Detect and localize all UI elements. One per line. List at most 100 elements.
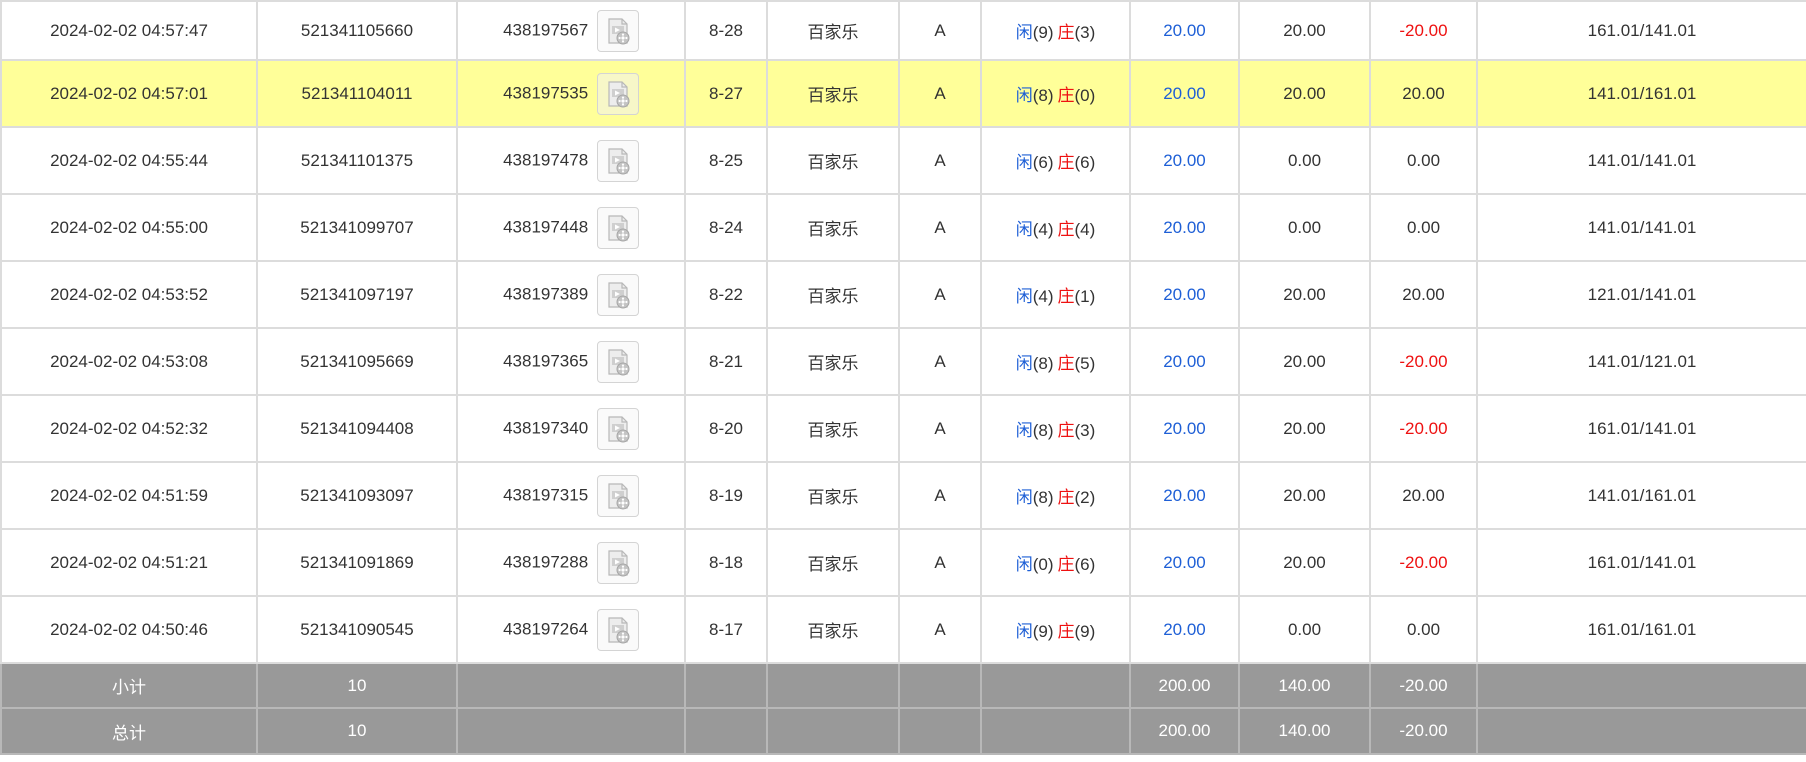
round-id: 438197448: [503, 216, 589, 236]
shoe-number: 8-17: [684, 595, 768, 664]
player-score: (9): [1032, 23, 1054, 42]
banker-score: (6): [1074, 153, 1096, 172]
empty-cell: [980, 662, 1131, 709]
video-replay-icon[interactable]: [596, 72, 639, 115]
bet-amount: 20.00: [1129, 394, 1240, 463]
bet-amount: 20.00: [1129, 595, 1240, 664]
bet-amount: 20.00: [1129, 193, 1240, 262]
bet-time: 2024-02-02 04:55:00: [0, 193, 258, 262]
video-replay-icon[interactable]: [596, 139, 639, 182]
player-label: 闲: [1015, 488, 1033, 507]
valid-bet: 20.00: [1238, 394, 1371, 463]
player-label: 闲: [1015, 622, 1033, 641]
table-row: 2024-02-02 04:53:52 521341097197 4381973…: [0, 260, 1806, 329]
empty-cell: [898, 707, 982, 755]
game-type: 百家乐: [766, 126, 900, 195]
round-cell: 438197535: [456, 59, 686, 128]
player-score: (6): [1032, 153, 1054, 172]
video-replay-icon[interactable]: [596, 206, 639, 249]
player-score: (4): [1032, 287, 1054, 306]
banker-label: 庄: [1057, 220, 1075, 239]
banker-label: 庄: [1057, 86, 1075, 105]
player-label: 闲: [1015, 555, 1033, 574]
table-name: A: [898, 327, 982, 396]
win-loss: -20.00: [1369, 327, 1478, 396]
player-label: 闲: [1015, 421, 1033, 440]
table-name: A: [898, 126, 982, 195]
video-replay-icon[interactable]: [596, 9, 639, 52]
round-id: 438197340: [503, 417, 589, 437]
balance-before-after: 141.01/161.01: [1476, 59, 1806, 128]
balance-before-after: 161.01/161.01: [1476, 595, 1806, 664]
round-cell: 438197264: [456, 595, 686, 664]
bet-amount: 20.00: [1129, 528, 1240, 597]
banker-label: 庄: [1057, 488, 1075, 507]
empty-cell: [980, 707, 1131, 755]
table-body: 2024-02-02 04:57:47 521341105660 4381975…: [0, 0, 1806, 664]
game-result: 闲(6) 庄(6): [980, 126, 1131, 195]
round-cell: 438197340: [456, 394, 686, 463]
shoe-number: 8-20: [684, 394, 768, 463]
banker-score: (9): [1074, 622, 1096, 641]
game-type: 百家乐: [766, 461, 900, 530]
video-replay-icon[interactable]: [596, 474, 639, 517]
banker-label: 庄: [1057, 287, 1075, 306]
empty-cell: [684, 662, 768, 709]
video-replay-icon[interactable]: [596, 608, 639, 651]
game-type: 百家乐: [766, 394, 900, 463]
table-row: 2024-02-02 04:55:44 521341101375 4381974…: [0, 126, 1806, 195]
video-replay-icon[interactable]: [596, 340, 639, 383]
balance-before-after: 161.01/141.01: [1476, 394, 1806, 463]
valid-bet: 20.00: [1238, 528, 1371, 597]
total-valid: 140.00: [1238, 707, 1371, 755]
banker-label: 庄: [1057, 421, 1075, 440]
table-row: 2024-02-02 04:51:21 521341091869 4381972…: [0, 528, 1806, 597]
valid-bet: 20.00: [1238, 461, 1371, 530]
bet-id: 521341104011: [256, 59, 458, 128]
banker-score: (1): [1074, 287, 1096, 306]
bet-time: 2024-02-02 04:57:01: [0, 59, 258, 128]
shoe-number: 8-22: [684, 260, 768, 329]
subtotal-row: 小计 10 200.00 140.00 -20.00: [0, 662, 1806, 709]
empty-cell: [456, 707, 686, 755]
bet-history-table: 2024-02-02 04:57:47 521341105660 4381975…: [0, 0, 1806, 755]
game-type: 百家乐: [766, 528, 900, 597]
win-loss: 0.00: [1369, 193, 1478, 262]
game-type: 百家乐: [766, 0, 900, 61]
table-name: A: [898, 461, 982, 530]
player-score: (8): [1032, 86, 1054, 105]
table-name: A: [898, 394, 982, 463]
empty-cell: [684, 707, 768, 755]
video-replay-icon[interactable]: [596, 541, 639, 584]
bet-amount: 20.00: [1129, 126, 1240, 195]
video-replay-icon[interactable]: [596, 273, 639, 316]
banker-label: 庄: [1057, 555, 1075, 574]
table-name: A: [898, 260, 982, 329]
table-name: A: [898, 528, 982, 597]
empty-cell: [1476, 662, 1806, 709]
win-loss: 20.00: [1369, 59, 1478, 128]
bet-amount: 20.00: [1129, 327, 1240, 396]
banker-label: 庄: [1057, 153, 1075, 172]
game-result: 闲(9) 庄(3): [980, 0, 1131, 61]
banker-score: (3): [1074, 23, 1096, 42]
valid-bet: 0.00: [1238, 595, 1371, 664]
valid-bet: 20.00: [1238, 260, 1371, 329]
valid-bet: 0.00: [1238, 193, 1371, 262]
player-label: 闲: [1015, 354, 1033, 373]
table-row: 2024-02-02 04:52:32 521341094408 4381973…: [0, 394, 1806, 463]
game-type: 百家乐: [766, 327, 900, 396]
player-label: 闲: [1015, 153, 1033, 172]
banker-score: (6): [1074, 555, 1096, 574]
bet-id: 521341093097: [256, 461, 458, 530]
video-replay-icon[interactable]: [596, 407, 639, 450]
win-loss: 20.00: [1369, 260, 1478, 329]
round-id: 438197264: [503, 618, 589, 638]
round-cell: 438197448: [456, 193, 686, 262]
total-row: 总计 10 200.00 140.00 -20.00: [0, 707, 1806, 755]
balance-before-after: 141.01/161.01: [1476, 461, 1806, 530]
bet-id: 521341090545: [256, 595, 458, 664]
subtotal-label: 小计: [0, 662, 258, 709]
subtotal-count: 10: [256, 662, 458, 709]
round-id: 438197389: [503, 283, 589, 303]
